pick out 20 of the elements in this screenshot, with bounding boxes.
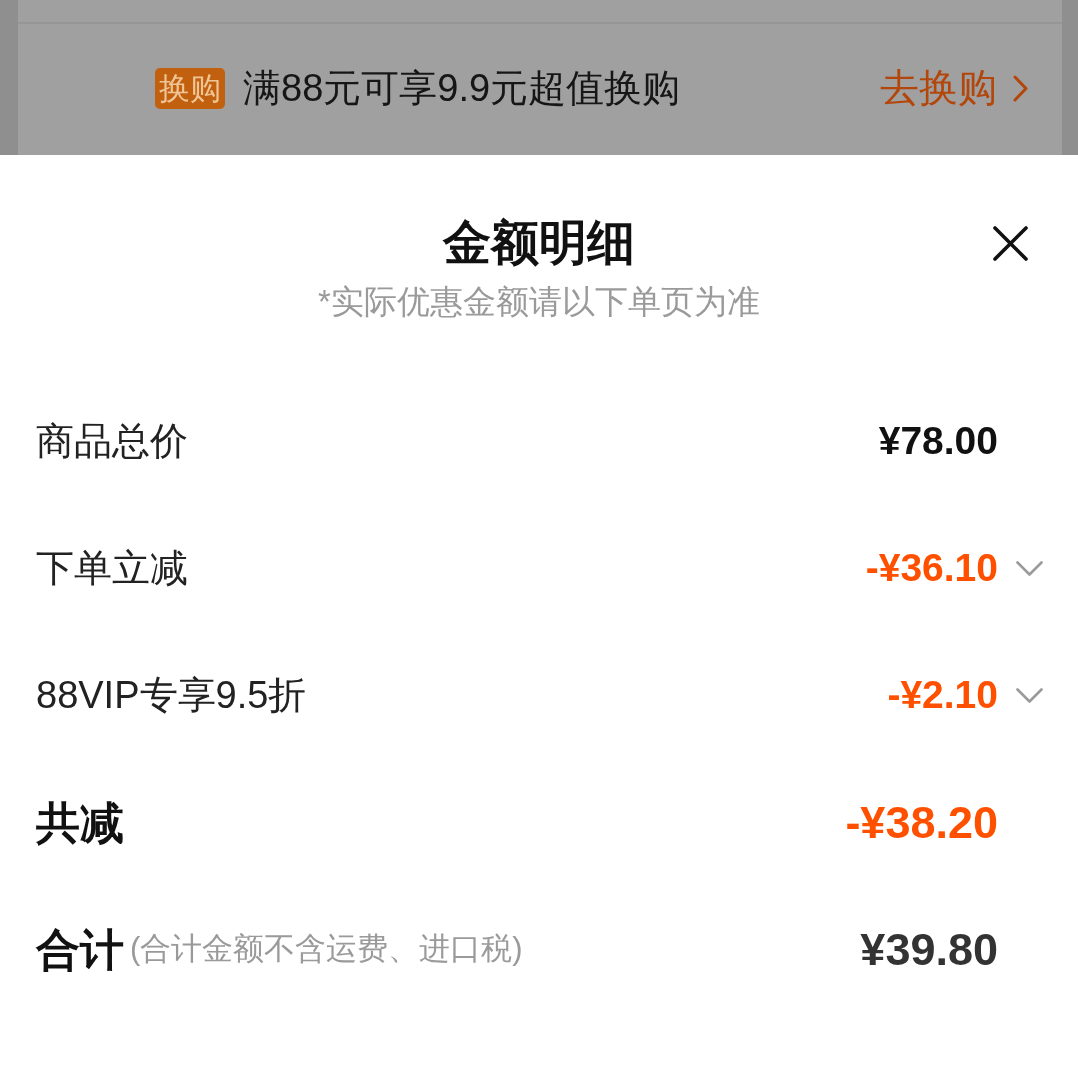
row-label: 商品总价 (36, 419, 188, 464)
amount-value: ¥39.80 (860, 922, 998, 977)
row-label: 88VIP专享9.5折 (36, 673, 307, 718)
amount-value: -¥38.20 (845, 795, 998, 850)
row-label: 共减 (36, 796, 124, 849)
chevron-right-icon[interactable] (1013, 75, 1028, 102)
exchange-link[interactable]: 去换购 (880, 59, 1028, 118)
disclaimer-text: *实际优惠金额请以下单页为准 (317, 282, 761, 322)
promo-text: 满88元可享9.9元超值换购 (243, 66, 681, 111)
sheet-title: 金额明细 (443, 215, 635, 271)
tax-note: (合计金额不含运费、进口税) (130, 930, 523, 969)
amount-value: -¥2.10 (887, 672, 998, 719)
row-label: 下单立减 (36, 546, 188, 591)
close-icon[interactable] (993, 225, 1028, 261)
row-label: 合计 (36, 923, 124, 976)
promo-tag: 换购 (155, 68, 225, 109)
chevron-down-icon[interactable] (1016, 688, 1043, 703)
amount-value: ¥78.00 (878, 418, 998, 465)
amount-value: -¥36.10 (865, 545, 998, 592)
chevron-down-icon[interactable] (1016, 561, 1043, 576)
